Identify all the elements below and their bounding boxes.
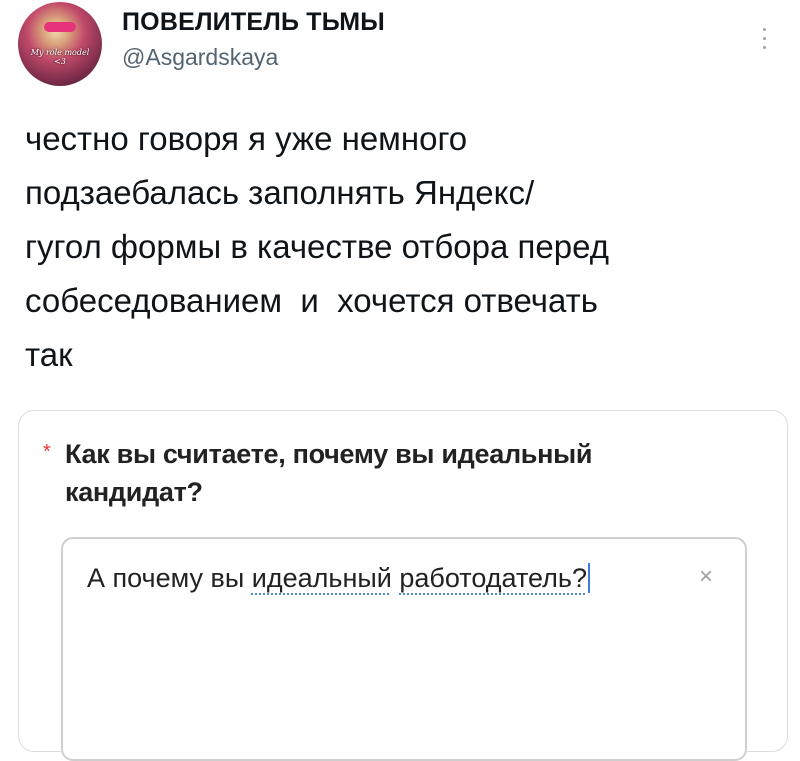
form-card: * Как вы считаете, почему вы идеальный к… <box>18 410 788 761</box>
answer-part-underlined: идеальный <box>251 563 392 593</box>
author-handle[interactable]: @Asgardskaya <box>122 44 278 71</box>
avatar-caption: My role model <3 <box>30 48 90 66</box>
text-caret <box>587 563 590 593</box>
tweet-line: так <box>25 336 73 373</box>
form-question: Как вы считаете, почему вы идеальный кан… <box>65 439 593 507</box>
answer-field[interactable]: А почему вы идеальный работодатель? × <box>61 537 747 761</box>
answer-text[interactable]: А почему вы идеальный работодатель? <box>87 563 590 594</box>
tweet-line: гугол формы в качестве отбора перед <box>25 228 609 265</box>
author-name[interactable]: ПОВЕЛИТЕЛЬ ТЬМЫ <box>122 8 385 37</box>
answer-part-underlined: работодатель? <box>399 563 587 593</box>
answer-part: А почему вы <box>87 563 252 593</box>
tweet-text: честно говоря я уже немного подзаебалась… <box>25 112 785 382</box>
tweet-line: честно говоря я уже немного <box>25 120 468 157</box>
tweet-line: подзаебалась заполнять Яндекс/ <box>25 174 535 211</box>
more-vertical-icon[interactable] <box>760 28 768 58</box>
tweet-line: собеседованием и хочется отвечать <box>25 282 598 319</box>
clear-icon[interactable]: × <box>699 563 713 591</box>
avatar[interactable]: My role model <3 <box>18 2 102 86</box>
required-mark: * <box>43 441 51 463</box>
avatar-sunglasses <box>44 22 76 32</box>
